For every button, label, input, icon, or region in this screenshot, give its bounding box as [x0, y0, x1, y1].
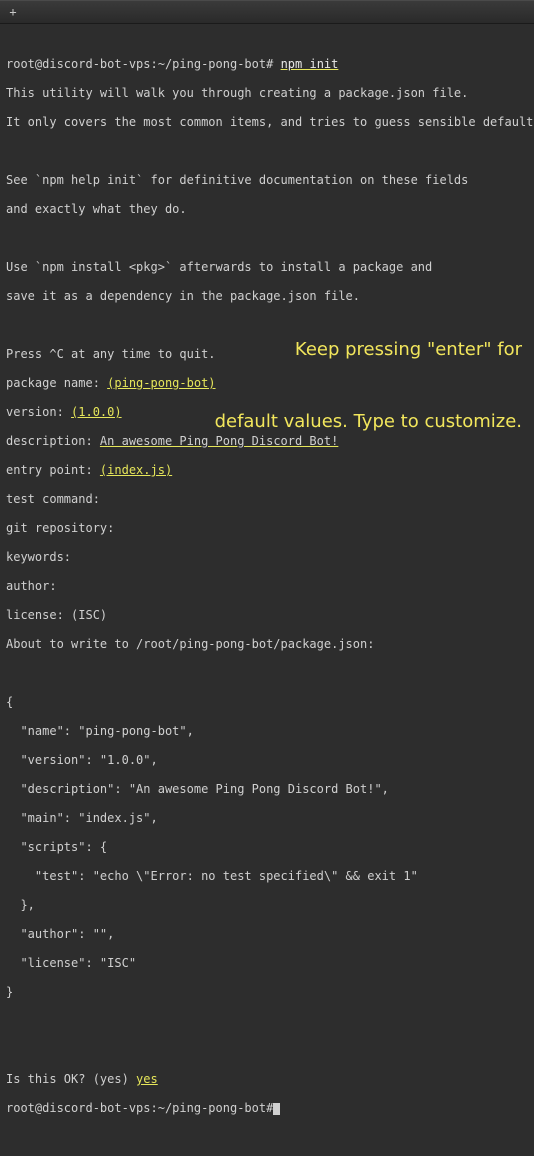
blank-line: [6, 666, 528, 681]
command-npm-init: npm init: [281, 57, 339, 71]
output-line: and exactly what they do.: [6, 202, 528, 217]
prompt-keywords: keywords:: [6, 550, 528, 565]
output-line: This utility will walk you through creat…: [6, 86, 528, 101]
json-preview: "license": "ISC": [6, 956, 528, 971]
terminal-pane[interactable]: root@discord-bot-vps:~/ping-pong-bot# np…: [0, 24, 534, 1156]
json-preview: }: [6, 985, 528, 1000]
json-preview: "main": "index.js",: [6, 811, 528, 826]
prompt-user-host: root@discord-bot-vps: [6, 1101, 151, 1115]
prompt-git-repository: git repository:: [6, 521, 528, 536]
blank-line: [6, 1014, 528, 1029]
prompt-cwd: ~/ping-pong-bot: [158, 57, 266, 71]
cursor: [273, 1103, 280, 1115]
prompt-description: description: An awesome Ping Pong Discor…: [6, 434, 528, 449]
input-confirm: yes: [136, 1072, 158, 1086]
json-preview: "author": "",: [6, 927, 528, 942]
prompt-test-command: test command:: [6, 492, 528, 507]
json-preview: "test": "echo \"Error: no test specified…: [6, 869, 528, 884]
output-about-write: About to write to /root/ping-pong-bot/pa…: [6, 637, 528, 652]
blank-line: [6, 144, 528, 159]
blank-line: [6, 231, 528, 246]
input-description: An awesome Ping Pong Discord Bot!: [100, 434, 338, 448]
json-preview: "version": "1.0.0",: [6, 753, 528, 768]
prompt-user-host: root@discord-bot-vps: [6, 57, 151, 71]
prompt-cwd: ~/ping-pong-bot: [158, 1101, 266, 1115]
window-titlebar: +: [0, 0, 534, 24]
prompt-confirm: Is this OK? (yes) yes: [6, 1072, 528, 1087]
output-line: Press ^C at any time to quit.: [6, 347, 528, 362]
blank-line: [6, 318, 528, 333]
prompt-line: root@discord-bot-vps:~/ping-pong-bot#: [6, 1101, 528, 1116]
blank-line: [6, 1043, 528, 1058]
input-package-name: (ping-pong-bot): [107, 376, 215, 390]
json-preview: "description": "An awesome Ping Pong Dis…: [6, 782, 528, 797]
json-preview: "name": "ping-pong-bot",: [6, 724, 528, 739]
prompt-license: license: (ISC): [6, 608, 528, 623]
json-preview: },: [6, 898, 528, 913]
prompt-line: root@discord-bot-vps:~/ping-pong-bot# np…: [6, 57, 528, 72]
new-tab-icon[interactable]: +: [6, 5, 20, 19]
output-line: save it as a dependency in the package.j…: [6, 289, 528, 304]
prompt-entry-point: entry point: (index.js): [6, 463, 528, 478]
output-line: Use `npm install <pkg>` afterwards to in…: [6, 260, 528, 275]
prompt-version: version: (1.0.0): [6, 405, 528, 420]
prompt-author: author:: [6, 579, 528, 594]
json-preview: {: [6, 695, 528, 710]
output-line: It only covers the most common items, an…: [6, 115, 528, 130]
prompt-package-name: package name: (ping-pong-bot): [6, 376, 528, 391]
output-line: See `npm help init` for definitive docum…: [6, 173, 528, 188]
input-entry-point: (index.js): [100, 463, 172, 477]
json-preview: "scripts": {: [6, 840, 528, 855]
input-version: (1.0.0): [71, 405, 122, 419]
